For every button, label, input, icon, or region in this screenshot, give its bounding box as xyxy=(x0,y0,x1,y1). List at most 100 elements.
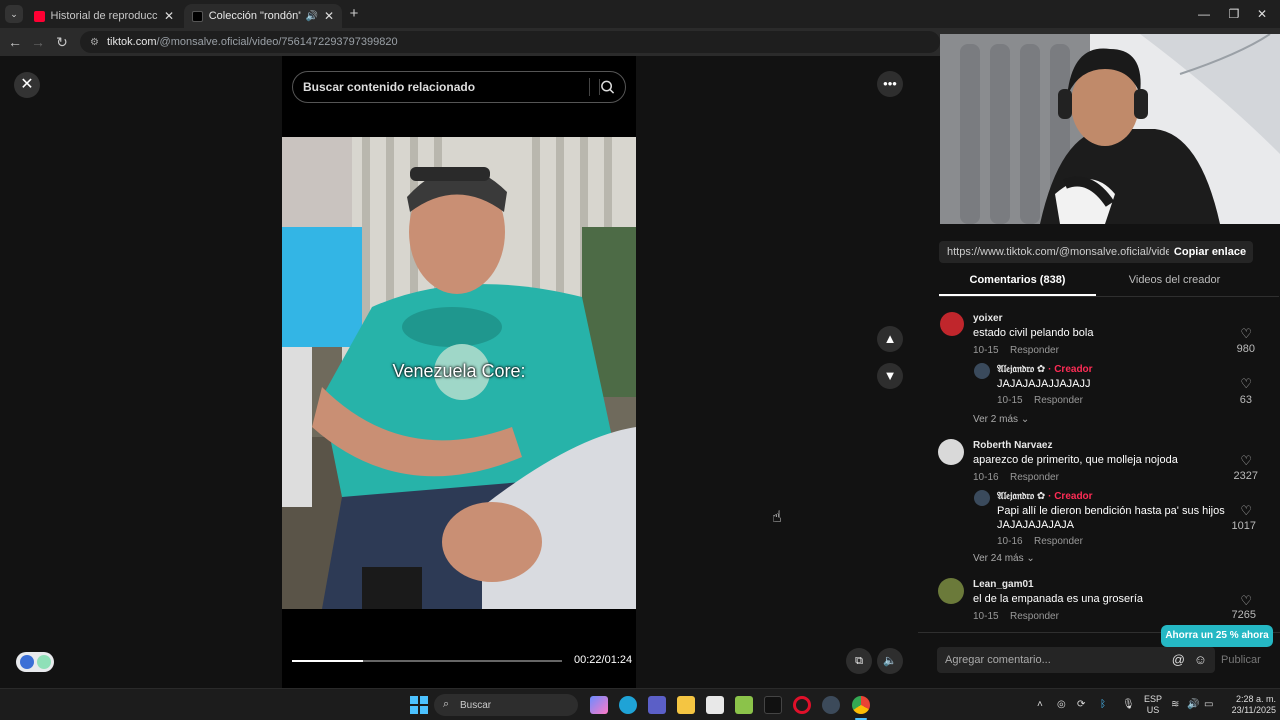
like-heart-icon[interactable]: ♡ xyxy=(1212,593,1252,609)
close-tab-icon[interactable]: ✕ xyxy=(164,9,174,23)
related-search-input[interactable]: Buscar contenido relacionado xyxy=(292,71,626,103)
bluestacks-icon[interactable] xyxy=(735,696,753,714)
like-count: 2327 xyxy=(1233,470,1258,482)
avatar[interactable] xyxy=(938,439,964,465)
like-heart-icon[interactable]: ♡ xyxy=(1212,453,1252,469)
edge-icon[interactable] xyxy=(619,696,637,714)
copy-link-button[interactable]: Copiar enlace xyxy=(1168,241,1252,263)
forward-arrow-icon[interactable]: → xyxy=(28,32,48,52)
comment-date: 10-15 xyxy=(973,345,999,356)
windows-start-icon[interactable] xyxy=(410,696,428,714)
clock-time: 2:28 a. m. xyxy=(1235,694,1276,704)
avatar[interactable] xyxy=(974,363,990,379)
search-icon[interactable] xyxy=(599,79,615,95)
address-bar[interactable]: ⚙ tiktok.com /@monsalve.oficial/video/75… xyxy=(80,31,940,53)
store-icon[interactable] xyxy=(706,696,724,714)
wifi-icon[interactable]: ≋ xyxy=(1171,699,1179,710)
comment-text: el de la empanada es una grosería xyxy=(973,593,1144,605)
tab-comments[interactable]: Comentarios (838) xyxy=(939,274,1096,296)
tab-title: Historial de reproducciones - YouTube xyxy=(50,10,158,22)
reply-button[interactable]: Responder xyxy=(1034,536,1083,547)
creator-badge: · Creador xyxy=(1048,364,1093,375)
comment-username[interactable]: Lean_gam01 xyxy=(973,579,1034,590)
site-info-icon[interactable]: ⚙ xyxy=(90,37,99,48)
tradingview-icon[interactable] xyxy=(764,696,782,714)
comment-date: 10-16 xyxy=(997,536,1023,547)
copilot-icon[interactable] xyxy=(590,696,608,714)
close-video-button[interactable]: ✕ xyxy=(14,72,40,98)
tray-app-icon[interactable]: ◎ xyxy=(1057,699,1066,710)
file-explorer-icon[interactable] xyxy=(677,696,695,714)
browser-tab-youtube[interactable]: Historial de reproducciones - YouTube ✕ xyxy=(26,4,182,28)
comment-date: 10-15 xyxy=(973,611,999,622)
browser-tab-tiktok[interactable]: Colección "rondón" creada por 🔊 ✕ xyxy=(184,4,342,28)
url-path: /@monsalve.oficial/video/756147229379739… xyxy=(156,36,398,48)
playback-time: 00:22/01:24 xyxy=(574,654,633,666)
url-host: tiktok.com xyxy=(106,36,157,48)
more-options-icon[interactable]: ••• xyxy=(877,71,903,97)
previous-video-icon[interactable]: ▲ xyxy=(877,326,903,352)
promo-badge[interactable]: Ahorra un 25 % ahora xyxy=(1161,625,1273,647)
comment-input[interactable]: Agregar comentario... @ ☺ xyxy=(937,647,1215,673)
floating-player-icon[interactable]: ⧉ xyxy=(846,648,872,674)
bluetooth-icon[interactable]: ᛒ xyxy=(1100,699,1106,710)
comment-username[interactable]: Roberth Narvaez xyxy=(973,440,1052,451)
comment-username[interactable]: 𝔄𝔩𝔢𝔧𝔞𝔫𝔡𝔯𝔬 ✿ · Creador xyxy=(997,364,1093,375)
extension-play-icon xyxy=(20,655,34,669)
view-more-replies[interactable]: Ver 2 más ⌄ xyxy=(973,414,1029,425)
chrome-icon[interactable] xyxy=(852,696,870,714)
extension-power-icon xyxy=(37,655,51,669)
reply-button[interactable]: Responder xyxy=(1034,395,1083,406)
teams-icon[interactable] xyxy=(648,696,666,714)
like-count: 63 xyxy=(1239,394,1252,406)
close-window-button[interactable]: ✕ xyxy=(1244,4,1280,24)
like-count: 1017 xyxy=(1231,520,1256,532)
comment-username[interactable]: yoixer xyxy=(973,313,1002,324)
audio-playing-icon[interactable]: 🔊 xyxy=(305,11,317,22)
like-heart-icon[interactable]: ♡ xyxy=(1212,326,1252,342)
reload-icon[interactable]: ↻ xyxy=(52,32,72,52)
creator-badge: · Creador xyxy=(1048,491,1093,502)
tab-creator-videos[interactable]: Videos del creador xyxy=(1096,274,1253,296)
like-heart-icon[interactable]: ♡ xyxy=(1212,376,1252,392)
volume-icon[interactable]: 🔈 xyxy=(877,648,903,674)
view-more-label: Ver 2 más xyxy=(973,414,1019,425)
battery-icon[interactable]: ▭ xyxy=(1204,699,1213,710)
comment-date: 10-15 xyxy=(997,395,1023,406)
avatar[interactable] xyxy=(940,312,964,336)
reply-button[interactable]: Responder xyxy=(1010,472,1059,483)
close-tab-icon[interactable]: ✕ xyxy=(324,9,334,23)
publish-button[interactable]: Publicar xyxy=(1221,647,1261,673)
tab-search-dropdown[interactable]: ⌄ xyxy=(5,5,23,23)
show-hidden-icons-icon[interactable]: ˄ xyxy=(1037,699,1043,710)
speaker-icon[interactable]: 🔊 xyxy=(1187,699,1199,710)
new-tab-button[interactable]: + xyxy=(346,5,362,23)
steam-icon[interactable] xyxy=(822,696,840,714)
mention-icon[interactable]: @ xyxy=(1172,652,1185,667)
opera-icon[interactable] xyxy=(793,696,811,714)
sync-icon[interactable]: ⟳ xyxy=(1077,699,1085,710)
language-code: ESP xyxy=(1144,694,1163,704)
windows-taskbar: ⌕ Buscar ˄ ◎ ⟳ ᛒ 🎙 ESP US ≋ 🔊 ▭ 2:28 a. … xyxy=(0,688,1280,720)
language-indicator[interactable]: ESP US xyxy=(1144,694,1162,716)
share-link-text: https://www.tiktok.com/@monsalve.oficial… xyxy=(947,246,1169,258)
reply-button[interactable]: Responder xyxy=(1010,611,1059,622)
clock[interactable]: 2:28 a. m. 23/11/2025 xyxy=(1222,694,1276,716)
search-divider xyxy=(589,78,590,96)
view-more-replies[interactable]: Ver 24 más ⌄ xyxy=(973,553,1035,564)
comment-username[interactable]: 𝔄𝔩𝔢𝔧𝔞𝔫𝔡𝔯𝔬 ✿ · Creador xyxy=(997,491,1093,502)
like-heart-icon[interactable]: ♡ xyxy=(1212,503,1252,519)
comment-text: Papi allí le dieron bendición hasta pa' … xyxy=(997,505,1225,531)
reply-button[interactable]: Responder xyxy=(1010,345,1059,356)
taskbar-search[interactable]: ⌕ Buscar xyxy=(434,694,578,716)
view-more-label: Ver 24 más xyxy=(973,553,1024,564)
emoji-icon[interactable]: ☺ xyxy=(1194,652,1207,667)
microphone-icon[interactable]: 🎙 xyxy=(1122,699,1135,710)
next-video-icon[interactable]: ▼ xyxy=(877,363,903,389)
avatar[interactable] xyxy=(938,578,964,604)
avatar[interactable] xyxy=(974,490,990,506)
extension-button[interactable] xyxy=(16,652,54,672)
comment-date: 10-16 xyxy=(973,472,999,483)
like-count: 7265 xyxy=(1231,609,1256,621)
back-arrow-icon[interactable]: ← xyxy=(5,32,25,52)
